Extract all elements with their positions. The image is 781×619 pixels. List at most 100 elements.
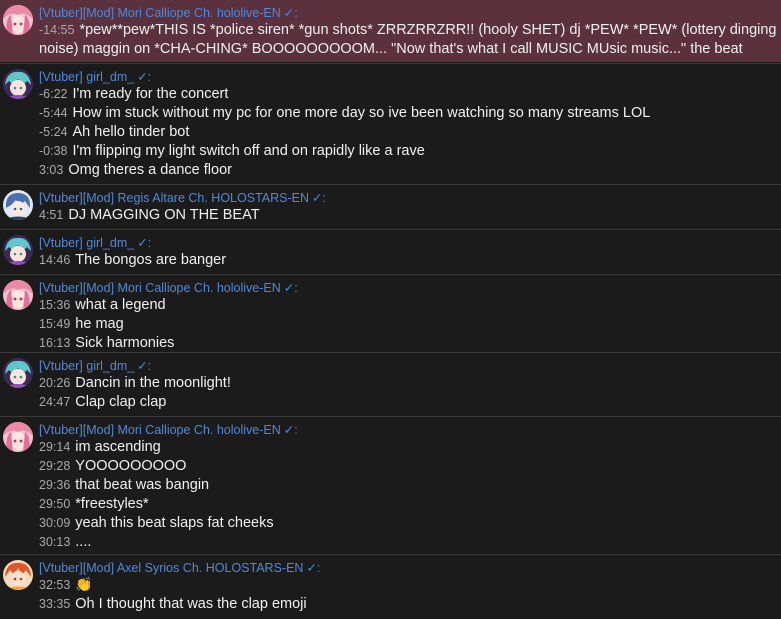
message-text: The bongos are banger xyxy=(75,252,227,268)
message-text: *pew**pew*THIS IS *police siren* *gun sh… xyxy=(79,22,777,38)
chat-message: 14:46 The bongos are banger xyxy=(39,250,226,270)
girl-dm-avatar[interactable] xyxy=(3,69,33,99)
timestamp[interactable]: 30:09 xyxy=(39,516,70,530)
verified-check-icon: ✓: xyxy=(283,423,298,437)
chat-message: 30:09 yeah this beat slaps fat cheeks xyxy=(39,513,274,533)
message-text: I'm ready for the concert xyxy=(72,86,229,102)
author-name[interactable]: [Vtuber][Mod] Mori Calliope Ch. hololive… xyxy=(39,6,298,20)
axel-syrios-avatar[interactable] xyxy=(3,560,33,590)
timestamp[interactable]: 29:50 xyxy=(39,497,70,511)
timestamp[interactable]: 24:47 xyxy=(39,395,70,409)
chat-message-group: [Vtuber][Mod] Mori Calliope Ch. hololive… xyxy=(0,0,781,62)
timestamp[interactable]: 32:53 xyxy=(39,578,70,592)
chat-message: -5:24 Ah hello tinder bot xyxy=(39,122,189,142)
author-name-text[interactable]: [Vtuber] girl_dm_ xyxy=(39,70,134,84)
message-text: *freestyles* xyxy=(75,496,149,512)
author-name[interactable]: [Vtuber][Mod] Axel Syrios Ch. HOLOSTARS-… xyxy=(39,561,320,575)
timestamp[interactable]: 14:46 xyxy=(39,253,70,267)
author-name-text[interactable]: [Vtuber][Mod] Regis Altare Ch. HOLOSTARS… xyxy=(39,191,309,205)
timestamp[interactable]: 4:51 xyxy=(39,208,63,222)
timestamp[interactable]: -5:24 xyxy=(39,125,68,139)
chat-message: -6:22 I'm ready for the concert xyxy=(39,84,228,104)
chat-message-group: [Vtuber] girl_dm_ ✓: 20:26 Dancin in the mo… xyxy=(0,353,781,415)
girl-dm-avatar[interactable] xyxy=(3,235,33,265)
message-text: he mag xyxy=(75,316,124,332)
message-text: Sick harmonies xyxy=(75,335,175,351)
timestamp[interactable]: -5:44 xyxy=(39,106,68,120)
chat-message: 29:50 *freestyles* xyxy=(39,494,149,514)
timestamp[interactable]: 3:03 xyxy=(39,163,63,177)
chat-message: 15:36 what a legend xyxy=(39,295,166,315)
message-text: noise) maggin on *CHA-CHING* BOOOOOOOOOM… xyxy=(39,41,743,57)
message-text: that beat was bangin xyxy=(75,477,210,493)
chat-message: 30:13.... xyxy=(39,532,91,552)
girl-dm-avatar[interactable] xyxy=(3,358,33,388)
verified-check-icon: ✓: xyxy=(137,236,152,250)
chat-replay-panel: [Vtuber][Mod] Mori Calliope Ch. hololive… xyxy=(0,0,781,619)
verified-check-icon: ✓: xyxy=(137,70,152,84)
message-text: How im stuck without my pc for one more … xyxy=(72,105,651,121)
chat-message: 20:26 Dancin in the moonlight! xyxy=(39,373,231,393)
author-name-text[interactable]: [Vtuber][Mod] Mori Calliope Ch. hololive… xyxy=(39,6,281,20)
author-name[interactable]: [Vtuber] girl_dm_ ✓: xyxy=(39,236,151,250)
timestamp[interactable]: 15:49 xyxy=(39,317,70,331)
message-text: .... xyxy=(75,534,92,550)
chat-message: -14:55 *pew**pew*THIS IS *police siren* *… xyxy=(39,20,777,40)
verified-check-icon: ✓: xyxy=(306,561,321,575)
message-text: yeah this beat slaps fat cheeks xyxy=(75,515,274,531)
mori-calliope-avatar[interactable] xyxy=(3,280,33,310)
message-text: YOOOOOOOOO xyxy=(75,458,187,474)
verified-check-icon: ✓: xyxy=(283,281,298,295)
timestamp[interactable]: -0:38 xyxy=(39,144,68,158)
chat-message: 24:47 Clap clap clap xyxy=(39,392,166,412)
verified-check-icon: ✓: xyxy=(283,6,298,20)
message-text: I'm flipping my light switch off and on … xyxy=(72,143,425,159)
chat-message-group: [Vtuber][Mod] Mori Calliope Ch. hololive… xyxy=(0,417,781,553)
mori-calliope-avatar[interactable] xyxy=(3,5,33,35)
author-name[interactable]: [Vtuber][Mod] Regis Altare Ch. HOLOSTARS… xyxy=(39,191,326,205)
message-text: DJ MAGGING ON THE BEAT xyxy=(68,207,260,223)
author-name-text[interactable]: [Vtuber] girl_dm_ xyxy=(39,236,134,250)
chat-message: 32:53 👏 xyxy=(39,575,98,595)
author-name[interactable]: [Vtuber] girl_dm_ ✓: xyxy=(39,359,151,373)
message-text: what a legend xyxy=(75,297,166,313)
regis-altare-avatar[interactable] xyxy=(3,190,33,220)
timestamp[interactable]: 29:36 xyxy=(39,478,70,492)
timestamp[interactable]: 30:13 xyxy=(39,535,70,549)
timestamp[interactable]: 16:13 xyxy=(39,336,70,350)
timestamp[interactable]: 15:36 xyxy=(39,298,70,312)
chat-message: 33:35 Oh I thought that was the clap emoj… xyxy=(39,594,307,614)
timestamp[interactable]: -6:22 xyxy=(39,87,68,101)
author-name-text[interactable]: [Vtuber] girl_dm_ xyxy=(39,359,134,373)
timestamp[interactable]: 33:35 xyxy=(39,597,70,611)
chat-message-group: [Vtuber] girl_dm_ ✓: -6:22 I'm ready for th… xyxy=(0,64,781,183)
author-name[interactable]: [Vtuber] girl_dm_ ✓: xyxy=(39,70,151,84)
author-name-text[interactable]: [Vtuber][Mod] Mori Calliope Ch. hololive… xyxy=(39,281,281,295)
author-name-text[interactable]: [Vtuber][Mod] Axel Syrios Ch. HOLOSTARS-… xyxy=(39,561,303,575)
chat-message: 29:36 that beat was bangin xyxy=(39,475,209,495)
verified-check-icon: ✓: xyxy=(137,359,152,373)
chat-message-group: [Vtuber][Mod] Mori Calliope Ch. hololive… xyxy=(0,275,781,351)
chat-message: -0:38 I'm flipping my light switch off an… xyxy=(39,141,425,161)
author-name-text[interactable]: [Vtuber][Mod] Mori Calliope Ch. hololive… xyxy=(39,423,281,437)
chat-message: noise) maggin on *CHA-CHING* BOOOOOOOOOM… xyxy=(39,39,743,59)
chat-message: 15:49 he mag xyxy=(39,314,124,334)
timestamp[interactable]: -14:55 xyxy=(39,23,74,37)
verified-check-icon: ✓: xyxy=(312,191,326,205)
chat-message: 29:14 im ascending xyxy=(39,437,161,457)
chat-message: 16:13 Sick harmonies xyxy=(39,333,174,353)
message-text: Dancin in the moonlight! xyxy=(75,375,231,391)
chat-message: 3:03 Omg theres a dance floor xyxy=(39,160,232,180)
timestamp[interactable]: 29:28 xyxy=(39,459,70,473)
author-name[interactable]: [Vtuber][Mod] Mori Calliope Ch. hololive… xyxy=(39,423,298,437)
timestamp[interactable]: 20:26 xyxy=(39,376,70,390)
timestamp[interactable]: 29:14 xyxy=(39,440,70,454)
chat-message: 4:51 DJ MAGGING ON THE BEAT xyxy=(39,205,260,225)
mori-calliope-avatar[interactable] xyxy=(3,422,33,452)
clapping-hands-icon: 👏 xyxy=(75,576,93,592)
message-text: Omg theres a dance floor xyxy=(68,162,232,178)
message-text: Ah hello tinder bot xyxy=(72,124,190,140)
chat-message: -5:44 How im stuck without my pc for one … xyxy=(39,103,650,123)
author-name[interactable]: [Vtuber][Mod] Mori Calliope Ch. hololive… xyxy=(39,281,298,295)
message-text: Oh I thought that was the clap emoji xyxy=(75,596,307,612)
